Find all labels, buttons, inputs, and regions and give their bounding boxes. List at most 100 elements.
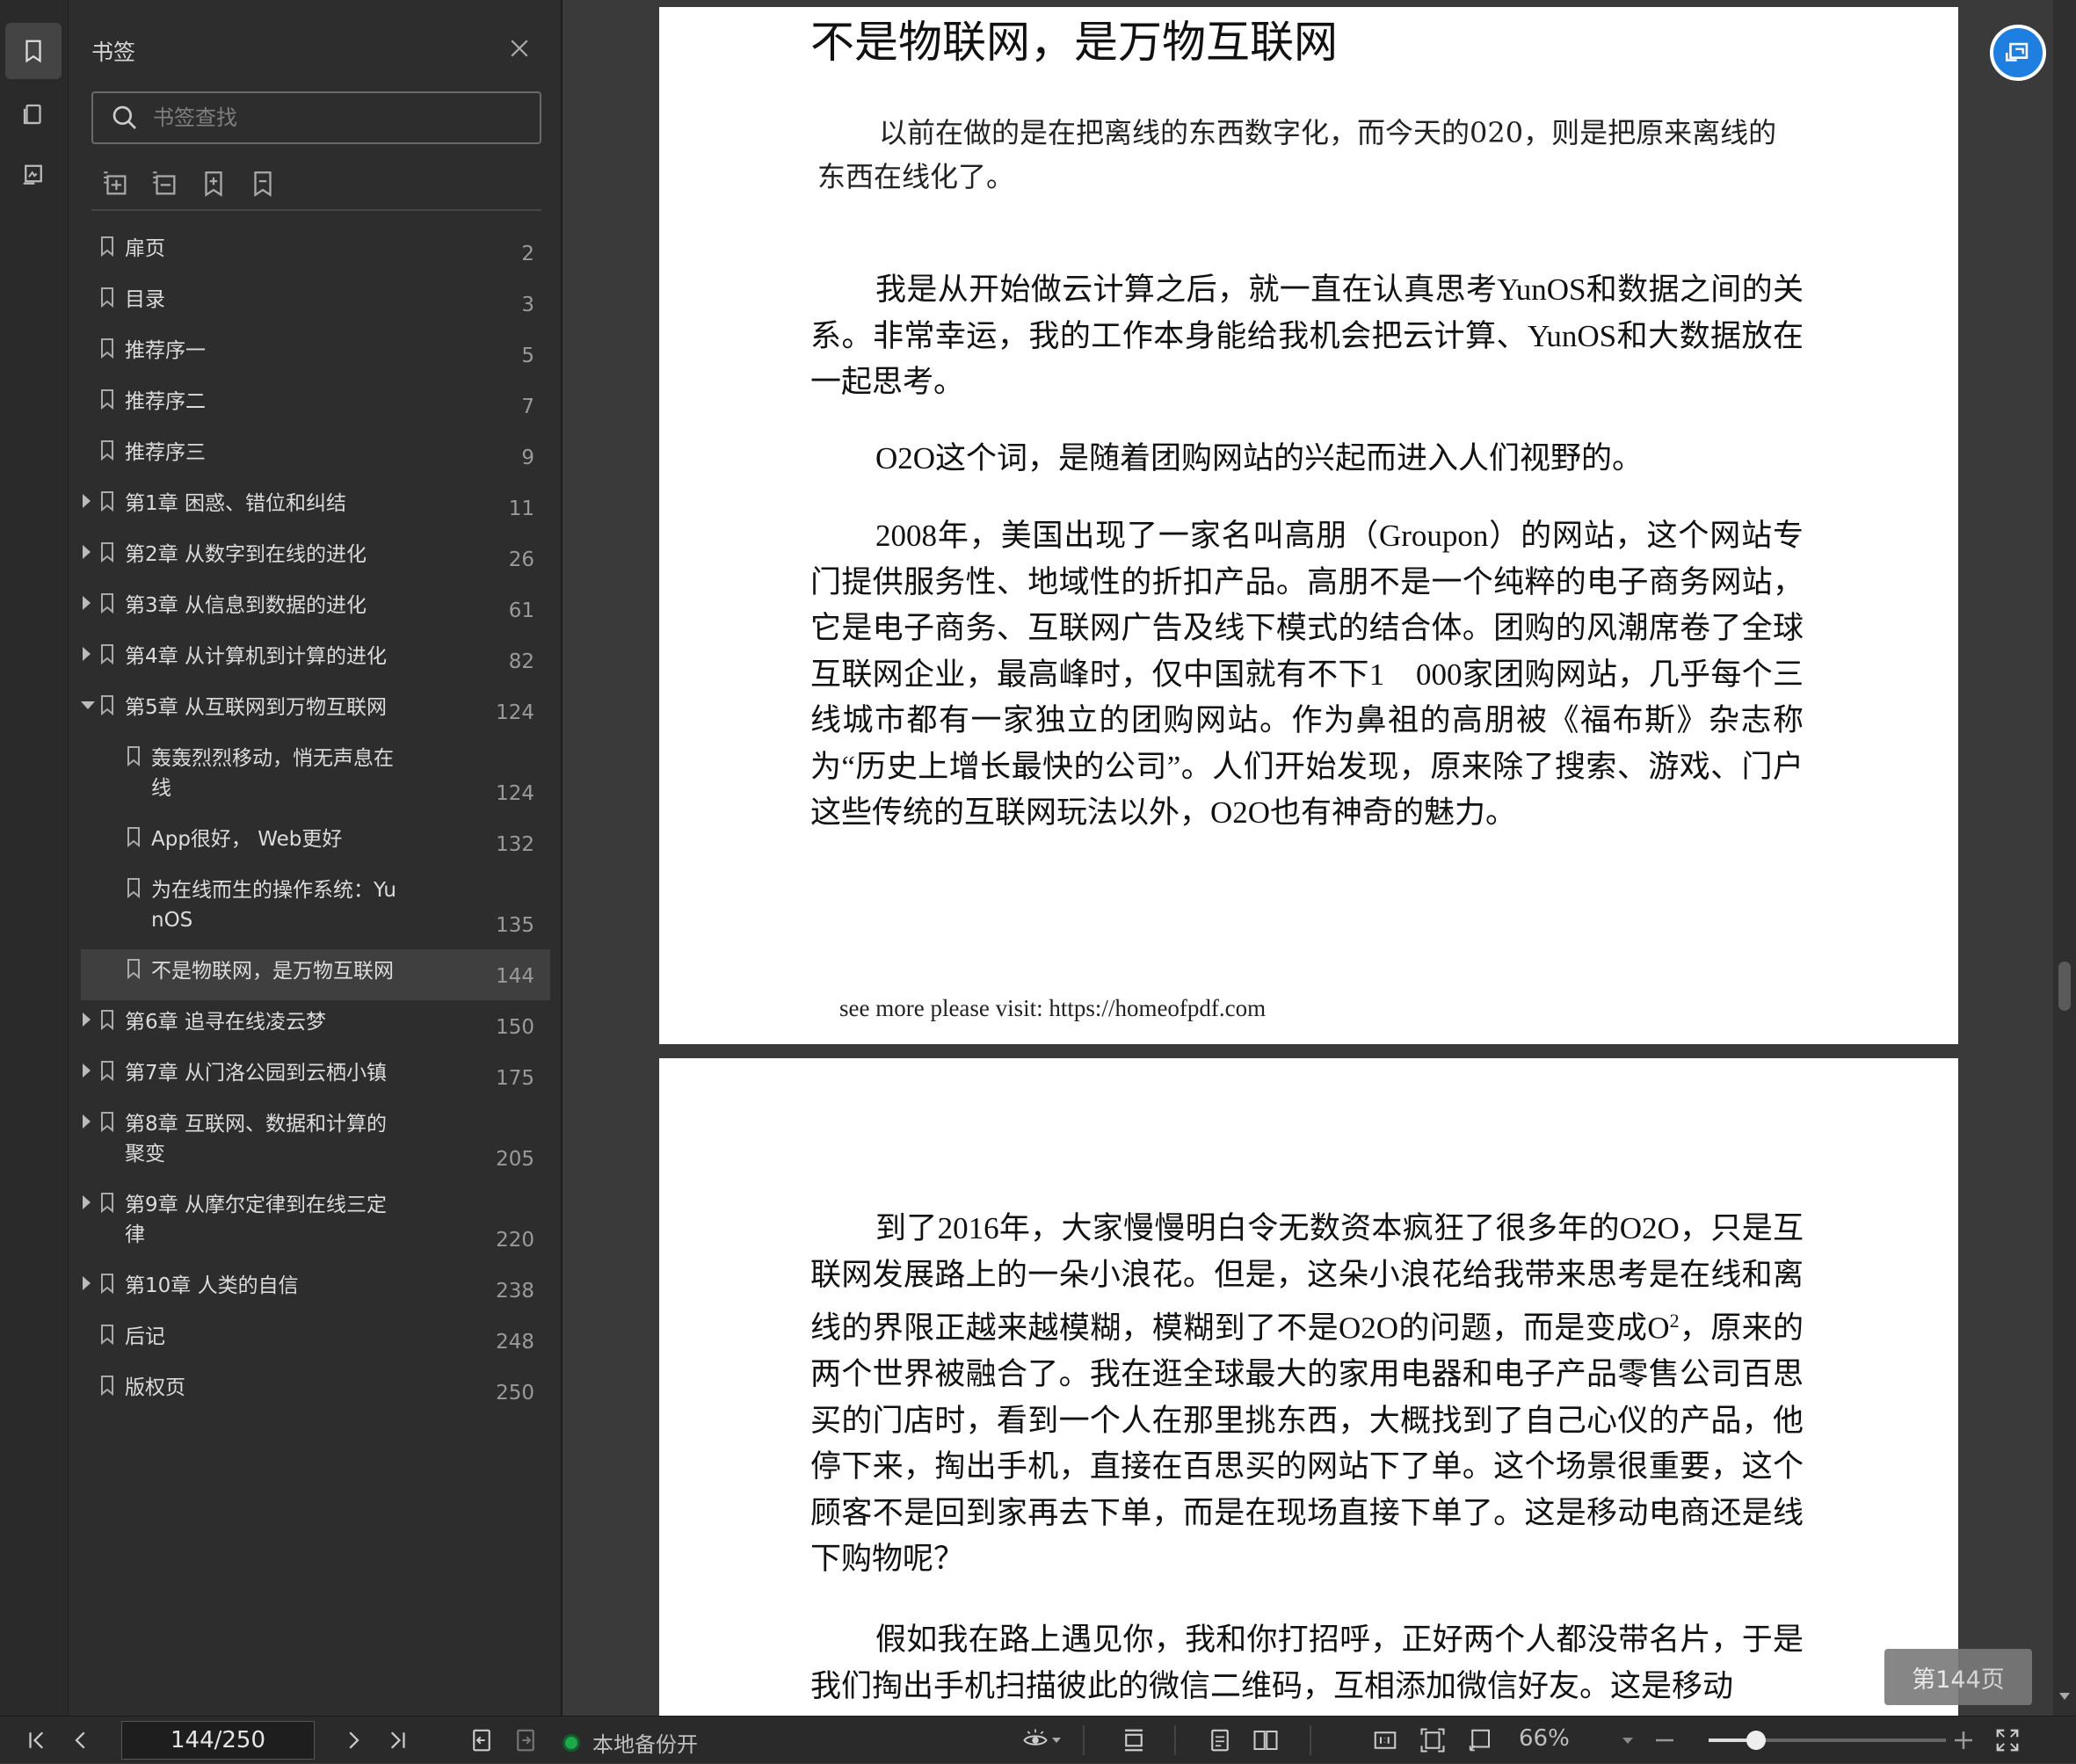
fullscreen-icon bbox=[1996, 1729, 2019, 1752]
fit-page-button[interactable] bbox=[1415, 1717, 1450, 1764]
annotation-icon bbox=[23, 164, 42, 185]
bookmark-item[interactable]: 第1章 困惑、错位和纠结 11 bbox=[81, 482, 550, 533]
bookmark-page-number: 5 bbox=[521, 345, 534, 367]
bookmark-item[interactable]: 第7章 从门洛公园到云栖小镇 175 bbox=[81, 1051, 550, 1102]
annotation-tab-button[interactable] bbox=[5, 148, 62, 204]
bookmark-item[interactable]: App很好， Web更好 132 bbox=[81, 817, 550, 868]
bookmark-icon bbox=[101, 389, 113, 410]
page-number-input[interactable] bbox=[121, 1721, 315, 1760]
bookmark-item[interactable]: 第3章 从信息到数据的进化 61 bbox=[81, 584, 550, 635]
bookmark-item[interactable]: 推荐序三 9 bbox=[81, 431, 550, 482]
bookmark-label: 后记 bbox=[125, 1325, 165, 1348]
bookmark-label: 扉页 bbox=[125, 237, 165, 260]
bookmark-page-number: 82 bbox=[508, 650, 534, 673]
bookmark-tab-button[interactable] bbox=[5, 23, 62, 79]
first-page-button[interactable] bbox=[21, 1717, 53, 1764]
expand-arrow-icon[interactable] bbox=[83, 596, 91, 610]
actual-size-button[interactable] bbox=[1368, 1717, 1403, 1764]
bookmark-item[interactable]: 不是物联网，是万物互联网 144 bbox=[81, 949, 550, 1000]
paragraph-2: O2O这个词，是随着团购网站的兴起而进入人们视野的。 bbox=[875, 441, 1644, 475]
scroll-down-arrow[interactable] bbox=[2059, 1693, 2070, 1700]
back-view-button[interactable] bbox=[466, 1717, 497, 1764]
expand-arrow-icon[interactable] bbox=[83, 1114, 91, 1129]
bookmark-item[interactable]: 第10章 人类的自信 238 bbox=[81, 1264, 550, 1315]
zoom-dropdown-button[interactable] bbox=[1617, 1717, 1638, 1764]
remove-bookmark-button[interactable] bbox=[248, 169, 278, 199]
bookmark-item[interactable]: 第9章 从摩尔定律到在线三定 律 220 bbox=[81, 1183, 550, 1264]
double-page-button[interactable] bbox=[1248, 1717, 1283, 1764]
continuous-scroll-button[interactable] bbox=[1116, 1717, 1151, 1764]
thumbnail-tab-button[interactable] bbox=[5, 86, 62, 142]
fullscreen-button[interactable] bbox=[1990, 1717, 2025, 1764]
bookmark-page-number: 26 bbox=[508, 548, 534, 571]
bookmark-item[interactable]: 第8章 互联网、数据和计算的 聚变 205 bbox=[81, 1102, 550, 1183]
add-bookmark-button[interactable] bbox=[199, 169, 229, 199]
expand-arrow-icon[interactable] bbox=[83, 494, 91, 508]
bookmark-item[interactable]: 后记 248 bbox=[81, 1315, 550, 1366]
bookmark-icon bbox=[127, 878, 140, 898]
bookmark-page-number: 175 bbox=[496, 1067, 534, 1090]
bookmark-search bbox=[91, 91, 541, 144]
next-page-button[interactable] bbox=[338, 1717, 369, 1764]
expand-all-icon bbox=[104, 171, 127, 195]
bookmark-page-number: 135 bbox=[496, 914, 534, 937]
bookmark-item[interactable]: 第2章 从数字到在线的进化 26 bbox=[81, 533, 550, 584]
bookmark-item[interactable]: 轰轰烈烈移动，悄无声息在 线 124 bbox=[81, 737, 550, 817]
bookmark-label: 推荐序二 bbox=[125, 390, 206, 413]
bookmark-icon bbox=[101, 1112, 113, 1132]
toolbar-separator bbox=[1310, 1725, 1311, 1755]
expand-arrow-icon[interactable] bbox=[83, 1276, 91, 1290]
eye-icon bbox=[1023, 1729, 1048, 1746]
bookmark-item[interactable]: 目录 3 bbox=[81, 278, 550, 329]
expand-arrow-icon[interactable] bbox=[83, 1013, 91, 1027]
collapse-all-button[interactable] bbox=[149, 169, 179, 199]
bookmark-page-number: 250 bbox=[496, 1382, 534, 1405]
bookmark-page-number: 7 bbox=[521, 396, 534, 418]
bookmark-page-number: 124 bbox=[496, 701, 534, 724]
floating-tool-button[interactable] bbox=[1990, 25, 2046, 81]
chevron-down-icon bbox=[1052, 1738, 1061, 1743]
bookmark-item[interactable]: 版权页 250 bbox=[81, 1366, 550, 1417]
single-page-button[interactable] bbox=[1202, 1717, 1238, 1764]
close-icon[interactable] bbox=[506, 35, 533, 62]
expand-arrow-icon[interactable] bbox=[83, 647, 91, 661]
expand-arrow-icon[interactable] bbox=[83, 1063, 91, 1078]
document-view[interactable]: 不是物联网，是万物互联网 以前在做的是在把离线的东西数字化，而今天的020，则是… bbox=[564, 0, 2043, 1716]
bookmark-icon bbox=[101, 1376, 113, 1396]
expand-all-button[interactable] bbox=[100, 169, 130, 199]
expand-arrow-icon[interactable] bbox=[83, 545, 91, 559]
bookmark-item[interactable]: 推荐序二 7 bbox=[81, 380, 550, 431]
paragraph-4-text-a: 到了2016年，大家慢慢明白令无数资本疯狂了很多年的O2O，只是互联网发展路上的… bbox=[810, 1211, 1804, 1346]
bookmark-item[interactable]: 推荐序一 5 bbox=[81, 329, 550, 380]
bookmark-icon bbox=[101, 644, 113, 664]
bookmark-icon bbox=[101, 236, 113, 257]
back-view-icon bbox=[473, 1729, 490, 1752]
bookmark-item[interactable]: 第4章 从计算机到计算的进化 82 bbox=[81, 635, 550, 686]
zoom-level[interactable]: 66% bbox=[1519, 1725, 1570, 1752]
local-backup-status[interactable]: 本地备份开 bbox=[563, 1727, 698, 1758]
bookmark-search-input[interactable] bbox=[151, 105, 520, 131]
forward-view-button[interactable] bbox=[510, 1717, 541, 1764]
add-bookmark-icon bbox=[205, 171, 222, 197]
bookmark-page-number: 238 bbox=[496, 1280, 534, 1303]
expand-arrow-icon[interactable] bbox=[83, 1195, 91, 1209]
zoom-in-button[interactable] bbox=[1948, 1717, 1979, 1764]
scrollbar-thumb[interactable] bbox=[2058, 962, 2071, 1011]
zoom-slider-knob[interactable] bbox=[1746, 1731, 1766, 1750]
collapse-arrow-icon[interactable] bbox=[81, 701, 95, 709]
bookmark-icon bbox=[101, 1061, 113, 1081]
vertical-scrollbar[interactable] bbox=[2053, 0, 2076, 1716]
bookmark-item[interactable]: 扉页 2 bbox=[81, 227, 550, 278]
bookmark-item[interactable]: 第6章 追寻在线凌云梦 150 bbox=[81, 1000, 550, 1051]
zoom-slider[interactable] bbox=[1709, 1731, 1946, 1750]
last-page-button[interactable] bbox=[381, 1717, 413, 1764]
bookmark-item[interactable]: 第5章 从互联网到万物互联网 124 bbox=[81, 686, 550, 737]
single-page-icon bbox=[1211, 1729, 1229, 1752]
fit-width-button[interactable] bbox=[1463, 1717, 1498, 1764]
toolbar-separator bbox=[1174, 1725, 1176, 1755]
bookmark-item[interactable]: 为在线而生的操作系统：Yu nOS 135 bbox=[81, 868, 550, 949]
zoom-out-button[interactable] bbox=[1649, 1717, 1680, 1764]
previous-page-button[interactable] bbox=[65, 1717, 97, 1764]
eye-protection-button[interactable] bbox=[1016, 1717, 1067, 1764]
page-footer-link[interactable]: see more please visit: https://homeofpdf… bbox=[839, 995, 1266, 1022]
